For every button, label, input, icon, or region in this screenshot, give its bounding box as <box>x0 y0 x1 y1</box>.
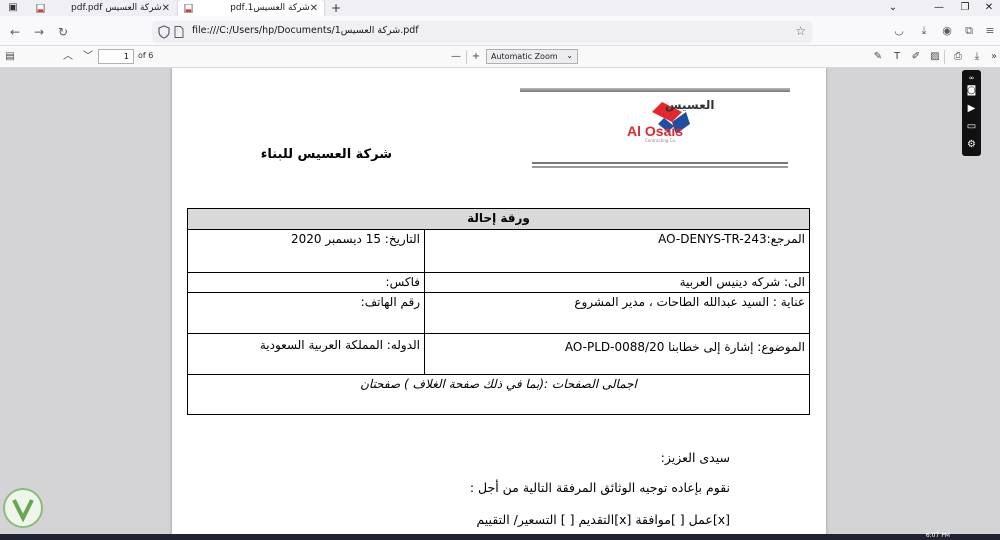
zoom-select[interactable]: Automatic Zoom ⌄ <box>486 49 578 64</box>
minimize-icon[interactable]: — <box>928 0 950 16</box>
pdf-toolbar: ▤ ︿ ﹀ 1 of 6 — + Automatic Zoom ⌄ ✎ T ✐ … <box>0 46 1000 68</box>
url-text: file:///C:/Users/hp/Documents/شركة العسي… <box>192 25 419 36</box>
tab-pdf-2[interactable]: شركة العسيس1.pdf ✕ <box>178 0 324 16</box>
download-icon[interactable]: ⤓ <box>917 24 931 38</box>
page-icon[interactable] <box>174 26 184 38</box>
pdf-file-icon <box>184 3 193 13</box>
page-number-input[interactable]: 1 <box>98 49 134 64</box>
company-name: شركة العسيس للبناء <box>260 147 392 162</box>
menu-icon[interactable]: ≡ <box>983 24 997 38</box>
ref-cell: المرجع:AO-DENYS-TR-243 <box>424 229 810 273</box>
more-tools-icon[interactable]: » <box>986 49 1000 65</box>
camera-icon[interactable]: ◙ <box>965 84 978 97</box>
purpose-options: [x]عمل [ ]موافقة [x]التقديم [ ] التسعير/… <box>476 512 730 527</box>
save-icon[interactable]: ⤓ <box>969 49 985 65</box>
nav-bar: ← → ↻ file:///C:/Users/hp/Documents/شركة… <box>0 16 1000 46</box>
window-icon[interactable]: ▭ <box>965 120 978 133</box>
phone-cell: رقم الهاتف: <box>187 292 425 334</box>
zoom-value: Automatic Zoom <box>491 52 558 61</box>
country-cell: الدوله: المملكة العربية السعودية <box>187 333 425 375</box>
account-icon[interactable]: ◉ <box>940 24 954 38</box>
zoom-in-icon[interactable]: + <box>468 49 484 65</box>
tab-label: شركة العسيس pdf.pdf <box>71 3 162 13</box>
date-cell: التاريخ: 15 ديسمبر 2020 <box>187 229 425 273</box>
pdf-page: العسيس Al Osais Contracting Co. شركة الع… <box>172 68 826 534</box>
subject-cell: الموضوع: إشارة إلى خطابنا AO-PLD-0088/20 <box>424 333 810 375</box>
shield-icon[interactable] <box>158 25 170 39</box>
image-icon[interactable]: ▨ <box>927 49 943 65</box>
pdf-file-icon <box>36 3 45 13</box>
chevron-down-icon: ⌄ <box>566 51 573 60</box>
previous-page-icon[interactable]: ︿ <box>60 49 76 65</box>
total-pages-cell: اجمالى الصفحات :(بما في ذلك صفحة الغلاف … <box>187 374 810 415</box>
forward-arrow-icon[interactable]: → <box>31 24 47 40</box>
tab-list-icon[interactable]: ▣ <box>6 1 20 15</box>
tab-bar: ▣ شركة العسيس pdf.pdf ✕ شركة العسيس1.pdf… <box>0 0 1000 16</box>
fax-cell: فاكس: <box>187 272 425 293</box>
zoom-out-icon[interactable]: — <box>448 49 464 65</box>
chevron-down-icon[interactable]: ⌄ <box>882 0 904 16</box>
tab-label: شركة العسيس1.pdf <box>230 3 310 13</box>
to-cell: الى: شركه دينيس العربية <box>424 272 810 293</box>
restore-icon[interactable]: ❐ <box>954 0 976 16</box>
tab-pdf-1[interactable]: شركة العسيس pdf.pdf ✕ <box>30 0 176 16</box>
close-window-icon[interactable]: ✕ <box>978 0 1000 16</box>
attention-cell: عناية : السيد عبدالله الطاحات ، مدير الم… <box>424 292 810 334</box>
transmittal-table: ورقة إحالة المرجع:AO-DENYS-TR-243 التاري… <box>187 208 810 415</box>
logo-subtitle: Contracting Co. <box>645 138 677 143</box>
draw-icon[interactable]: ✐ <box>908 49 924 65</box>
print-icon[interactable]: ⎙ <box>950 49 966 65</box>
reload-icon[interactable]: ↻ <box>55 24 71 40</box>
table-title: ورقة إحالة <box>187 208 810 230</box>
clock: 6:07 PM <box>925 532 950 539</box>
divider <box>944 50 945 64</box>
taskbar: 6:07 PM <box>0 532 1000 540</box>
intro-text: نقوم بإعاده توجيه الوثائق المرفقة التالي… <box>469 480 730 495</box>
header-rule <box>520 88 790 92</box>
header-double-rule <box>532 162 788 168</box>
next-page-icon[interactable]: ﹀ <box>80 49 96 65</box>
sidebar-toggle-icon[interactable]: ▤ <box>2 49 18 65</box>
logo-latin-text: Al Osais <box>627 123 684 139</box>
page-count: of 6 <box>138 51 154 60</box>
extensions-icon[interactable]: ⧉ <box>962 24 976 38</box>
shield-logo-icon <box>3 488 43 528</box>
pdf-viewer[interactable]: العسيس Al Osais Contracting Co. شركة الع… <box>0 68 1000 534</box>
logo-arabic-text: العسيس <box>665 98 715 112</box>
back-arrow-icon[interactable]: ← <box>7 24 23 40</box>
pocket-icon[interactable]: ◡ <box>892 24 906 38</box>
floating-toolbar: ∞ ◙ ▶ ▭ ⚙ <box>962 70 981 156</box>
highlight-icon[interactable]: ✎ <box>870 49 886 65</box>
divider <box>466 50 467 64</box>
new-tab-button[interactable]: + <box>331 0 341 16</box>
video-icon[interactable]: ▶ <box>965 102 978 115</box>
bookmark-star-icon[interactable]: ☆ <box>795 24 806 38</box>
url-bar[interactable]: file:///C:/Users/hp/Documents/شركة العسي… <box>152 21 812 43</box>
close-icon[interactable]: ✕ <box>310 3 318 14</box>
gear-icon[interactable]: ⚙ <box>965 138 978 151</box>
text-icon[interactable]: T <box>889 49 905 65</box>
greeting: سيدى العزيز: <box>660 450 730 465</box>
close-icon[interactable]: ✕ <box>162 3 170 14</box>
